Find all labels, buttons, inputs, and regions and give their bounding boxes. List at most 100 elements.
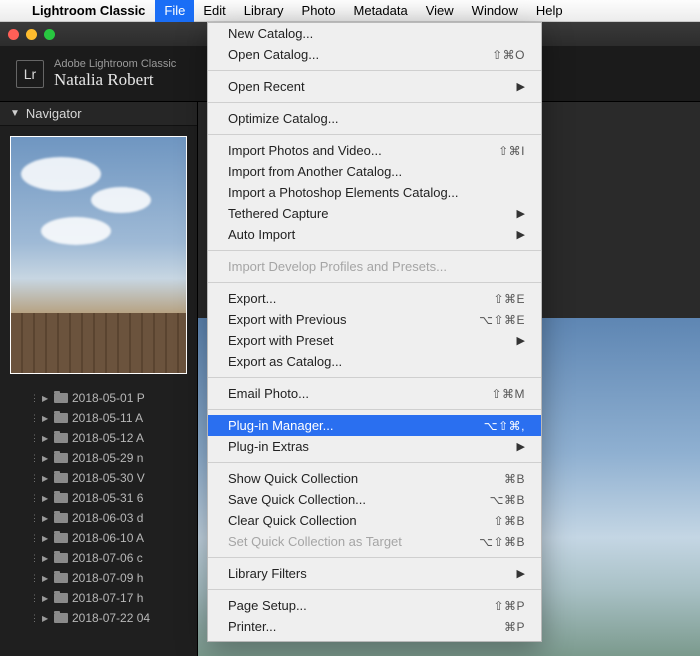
disclosure-triangle-icon[interactable]: ▶: [42, 554, 50, 563]
folder-icon: [54, 413, 68, 423]
folder-icon: [54, 473, 68, 483]
menu-item-label: Optimize Catalog...: [228, 111, 525, 126]
menu-item-label: Export with Preset: [228, 333, 517, 348]
grip-dots-icon: ⋮: [30, 413, 38, 424]
folder-row[interactable]: ⋮▶2018-05-30 V: [0, 468, 197, 488]
menu-separator: [208, 377, 541, 378]
menu-item-new-catalog[interactable]: New Catalog...: [208, 23, 541, 44]
folder-name-label: 2018-05-01 P: [72, 391, 145, 405]
menu-item-shortcut: ⇧⌘M: [491, 387, 525, 401]
folder-row[interactable]: ⋮ ▶ 2018-05-12 A: [0, 428, 197, 448]
folder-row[interactable]: ⋮▶2018-05-01 P: [0, 388, 197, 408]
menu-separator: [208, 102, 541, 103]
menu-item-library-filters[interactable]: Library Filters▶: [208, 563, 541, 584]
menu-item-label: Tethered Capture: [228, 206, 517, 221]
menu-edit[interactable]: Edit: [194, 0, 234, 22]
menu-item-shortcut: ⇧⌘B: [493, 514, 525, 528]
navigator-title-label: Navigator: [26, 106, 82, 121]
folder-row[interactable]: ⋮ ▶ 2018-06-03 d: [0, 508, 197, 528]
submenu-arrow-icon: ▶: [517, 334, 525, 347]
menu-item-auto-import[interactable]: Auto Import▶: [208, 224, 541, 245]
maximize-window-button[interactable]: [44, 29, 55, 40]
menu-item-open-recent[interactable]: Open Recent▶: [208, 76, 541, 97]
menu-view[interactable]: View: [417, 0, 463, 22]
menu-photo[interactable]: Photo: [293, 0, 345, 22]
folder-row[interactable]: ⋮▶2018-05-29 n: [0, 448, 197, 468]
menu-item-open-catalog[interactable]: Open Catalog...⇧⌘O: [208, 44, 541, 65]
menu-metadata[interactable]: Metadata: [345, 0, 417, 22]
menu-item-plug-in-extras[interactable]: Plug-in Extras▶: [208, 436, 541, 457]
menu-item-label: Export...: [228, 291, 493, 306]
menu-item-email-photo[interactable]: Email Photo...⇧⌘M: [208, 383, 541, 404]
folder-row[interactable]: ⋮ ▶ 2018-05-11 A: [0, 408, 197, 428]
disclosure-triangle-icon[interactable]: ▶: [42, 494, 50, 503]
folder-name-label: 2018-07-22 04: [72, 611, 150, 625]
menu-item-show-quick-collection[interactable]: Show Quick Collection⌘B: [208, 468, 541, 489]
menu-item-export-with-previous[interactable]: Export with Previous⌥⇧⌘E: [208, 309, 541, 330]
menu-item-clear-quick-collection[interactable]: Clear Quick Collection⇧⌘B: [208, 510, 541, 531]
menu-item-export[interactable]: Export...⇧⌘E: [208, 288, 541, 309]
grip-dots-icon: ⋮: [30, 433, 38, 444]
disclosure-triangle-icon[interactable]: ▶: [42, 574, 50, 583]
menu-item-export-with-preset[interactable]: Export with Preset▶: [208, 330, 541, 351]
menu-item-save-quick-collection[interactable]: Save Quick Collection...⌥⌘B: [208, 489, 541, 510]
navigator-thumbnail[interactable]: [10, 136, 187, 374]
grip-dots-icon: ⋮: [30, 513, 38, 524]
menu-separator: [208, 462, 541, 463]
menu-item-shortcut: ⌥⇧⌘,: [484, 419, 525, 433]
folder-row[interactable]: ⋮▶2018-07-17 h: [0, 588, 197, 608]
grip-dots-icon: ⋮: [30, 453, 38, 464]
menu-library[interactable]: Library: [235, 0, 293, 22]
menu-item-printer[interactable]: Printer...⌘P: [208, 616, 541, 637]
folder-name-label: 2018-05-12 A: [72, 431, 144, 445]
menu-item-optimize-catalog[interactable]: Optimize Catalog...: [208, 108, 541, 129]
disclosure-triangle-icon[interactable]: ▶: [42, 394, 50, 403]
folder-icon: [54, 493, 68, 503]
disclosure-triangle-icon[interactable]: ▶: [42, 514, 50, 523]
disclosure-triangle-icon[interactable]: ▶: [42, 414, 50, 423]
disclosure-triangle-icon[interactable]: ▶: [42, 474, 50, 483]
identity-plate-label: Natalia Robert: [54, 70, 176, 90]
menu-file[interactable]: File: [155, 0, 194, 22]
disclosure-triangle-icon[interactable]: ▶: [42, 614, 50, 623]
submenu-arrow-icon: ▶: [517, 80, 525, 93]
menu-item-label: Clear Quick Collection: [228, 513, 493, 528]
folder-row[interactable]: ⋮▶2018-07-09 h: [0, 568, 197, 588]
disclosure-triangle-icon[interactable]: ▶: [42, 534, 50, 543]
menu-item-shortcut: ⌥⇧⌘B: [479, 535, 525, 549]
close-window-button[interactable]: [8, 29, 19, 40]
menu-item-label: Printer...: [228, 619, 504, 634]
menu-item-import-from-another-catalog[interactable]: Import from Another Catalog...: [208, 161, 541, 182]
folder-icon: [54, 533, 68, 543]
menu-window[interactable]: Window: [463, 0, 527, 22]
folder-row[interactable]: ⋮▶2018-06-10 A: [0, 528, 197, 548]
submenu-arrow-icon: ▶: [517, 567, 525, 580]
folder-row[interactable]: ⋮▶2018-07-22 04: [0, 608, 197, 628]
navigator-panel-header[interactable]: ▼ Navigator: [0, 102, 197, 126]
disclosure-triangle-icon[interactable]: ▶: [42, 594, 50, 603]
menu-item-import-a-photoshop-elements-catalog[interactable]: Import a Photoshop Elements Catalog...: [208, 182, 541, 203]
folder-row[interactable]: ⋮▶2018-05-31 6: [0, 488, 197, 508]
menu-item-import-photos-and-video[interactable]: Import Photos and Video...⇧⌘I: [208, 140, 541, 161]
menu-item-export-as-catalog[interactable]: Export as Catalog...: [208, 351, 541, 372]
app-menu[interactable]: Lightroom Classic: [22, 3, 155, 18]
submenu-arrow-icon: ▶: [517, 228, 525, 241]
folder-row[interactable]: ⋮▶2018-07-06 c: [0, 548, 197, 568]
menu-help[interactable]: Help: [527, 0, 572, 22]
folder-name-label: 2018-06-03 d: [72, 511, 143, 525]
menu-item-import-develop-profiles-and-presets: Import Develop Profiles and Presets...: [208, 256, 541, 277]
folder-name-label: 2018-05-11 A: [72, 411, 143, 425]
menu-item-tethered-capture[interactable]: Tethered Capture▶: [208, 203, 541, 224]
menu-item-plug-in-manager[interactable]: Plug-in Manager...⌥⇧⌘,: [208, 415, 541, 436]
menu-item-label: Export with Previous: [228, 312, 479, 327]
minimize-window-button[interactable]: [26, 29, 37, 40]
menu-separator: [208, 134, 541, 135]
menu-item-page-setup[interactable]: Page Setup...⇧⌘P: [208, 595, 541, 616]
disclosure-triangle-icon[interactable]: ▶: [42, 454, 50, 463]
menu-item-label: Import from Another Catalog...: [228, 164, 525, 179]
folder-name-label: 2018-07-17 h: [72, 591, 143, 605]
disclosure-triangle-icon[interactable]: ▶: [42, 434, 50, 443]
menu-item-label: New Catalog...: [228, 26, 525, 41]
grip-dots-icon: ⋮: [30, 533, 38, 544]
lightroom-logo-icon: Lr: [16, 60, 44, 88]
